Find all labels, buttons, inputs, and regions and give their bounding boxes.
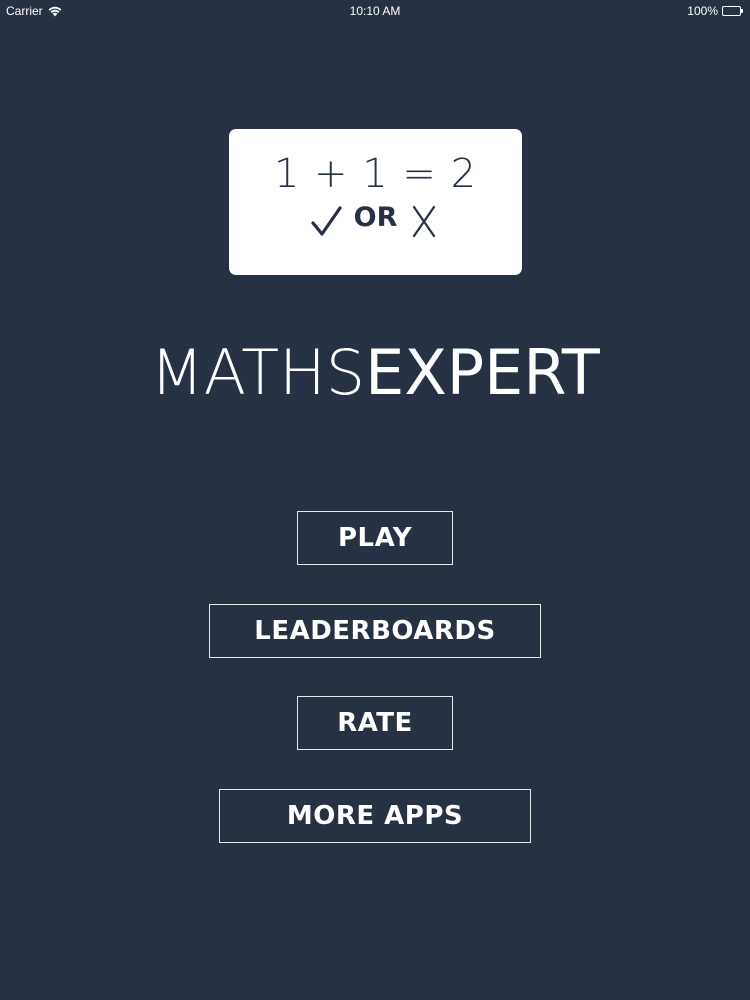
battery-icon (722, 6, 744, 16)
rate-button[interactable]: RATE (297, 696, 453, 750)
leaderboards-button[interactable]: LEADERBOARDS (209, 604, 541, 658)
logo-or-label: OR (353, 201, 398, 233)
battery-percent: 100% (687, 4, 718, 18)
logo-card: 1 + 1 = 2 OR (229, 129, 522, 275)
app-title-light: MATHS (150, 336, 366, 409)
check-icon (311, 206, 342, 236)
status-bar: Carrier 10:10 AM 100% (0, 0, 750, 22)
status-right: 100% (687, 4, 744, 18)
play-button[interactable]: PLAY (297, 511, 453, 565)
x-icon (413, 205, 436, 238)
more-apps-button[interactable]: MORE APPS (219, 789, 531, 843)
logo-choice-row: OR (229, 201, 522, 241)
clock: 10:10 AM (349, 4, 401, 18)
app-title: MATHSEXPERT (0, 336, 750, 409)
logo-equation: 1 + 1 = 2 (273, 151, 478, 197)
app-title-bold: EXPERT (365, 336, 600, 409)
